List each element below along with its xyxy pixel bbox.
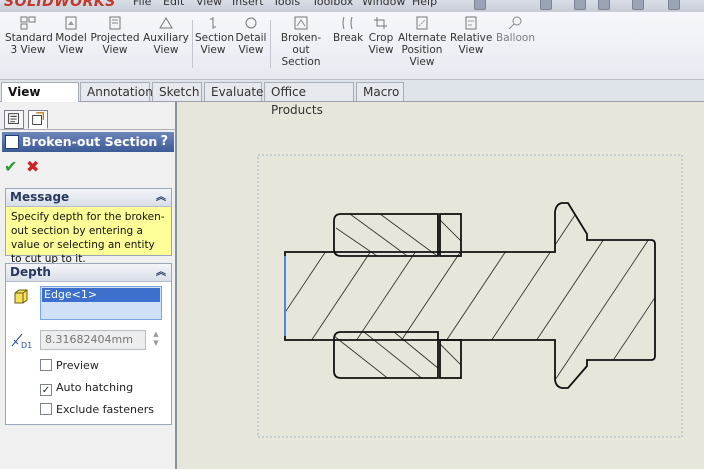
view-boundary[interactable] (257, 154, 683, 438)
projected-view-icon (106, 16, 124, 30)
ok-checkmark-icon[interactable]: ✔ (4, 158, 22, 176)
alternate-position-view-icon (413, 16, 431, 30)
crop-view-icon (372, 16, 390, 30)
depth-spinner[interactable]: ▲ ▼ (150, 330, 162, 350)
broken-out-section-feature-icon (5, 135, 19, 149)
broken-out-section-button[interactable]: Broken-out Section (273, 16, 329, 68)
depth-reference-list[interactable]: Edge<1> (40, 286, 162, 320)
menu-view[interactable]: View (196, 0, 222, 8)
property-manager-tab-icon[interactable] (28, 110, 48, 129)
menu-bar: SOLIDWORKS File Edit View Insert Tools T… (0, 0, 704, 12)
menu-insert[interactable]: Insert (232, 0, 264, 8)
collapse-chevron-icon[interactable]: ︽ (156, 189, 166, 206)
depth-group-header[interactable]: Depth ︽ (6, 264, 171, 282)
break-button[interactable]: Break (333, 16, 363, 44)
menu-tools[interactable]: Tools (273, 0, 300, 8)
nut-top[interactable] (333, 213, 439, 257)
options-icon[interactable] (540, 0, 552, 10)
solidworks-logo: SOLIDWORKS (4, 0, 116, 10)
auxiliary-view-button[interactable]: Auxiliary View (143, 16, 189, 56)
help-button[interactable]: ? (160, 132, 168, 152)
svg-text:D1: D1 (21, 341, 32, 350)
model-view-button[interactable]: Model View (54, 16, 88, 56)
detail-view-icon (242, 16, 260, 30)
property-manager-title: Broken-out Section ? (2, 132, 174, 152)
alternate-position-view-button[interactable]: Alternate Position View (398, 16, 446, 68)
auxiliary-view-icon (157, 16, 175, 30)
message-text: Specify depth for the broken-out section… (6, 207, 171, 265)
auto-hatching-checkbox-box[interactable]: ✓ (40, 384, 52, 396)
select-icon[interactable] (668, 0, 680, 10)
rebuild-icon[interactable] (574, 0, 586, 10)
washer-bottom[interactable] (439, 339, 462, 379)
depth-value-field[interactable]: 8.31682404mm (40, 330, 146, 350)
command-manager: Standard 3 View Model View Projected Vie… (0, 12, 704, 80)
tab-macro[interactable]: Macro (356, 82, 404, 101)
property-manager: Broken-out Section ? ✔ ✖ Message ︽ Specif… (0, 102, 177, 469)
new-document-icon[interactable] (474, 0, 486, 10)
preview-checkbox-box[interactable] (40, 359, 52, 371)
section-view-button[interactable]: Section View (195, 16, 234, 56)
standard-3-view-icon (19, 16, 37, 30)
preview-checkbox[interactable]: Preview (40, 359, 99, 373)
toolbar-separator (270, 20, 271, 68)
command-manager-tabs: View Layout Annotation Sketch Evaluate O… (0, 80, 704, 117)
standard-3-view-button[interactable]: Standard 3 View (5, 16, 53, 56)
menu-toolbox[interactable]: Toolbox (312, 0, 353, 8)
tab-office-products[interactable]: Office Products (264, 82, 354, 117)
menu-window[interactable]: Window (362, 0, 405, 8)
collapse-chevron-icon[interactable]: ︽ (156, 264, 166, 281)
spin-up-icon[interactable]: ▲ (153, 330, 158, 338)
cancel-x-icon[interactable]: ✖ (26, 158, 44, 176)
message-group-header[interactable]: Message ︽ (6, 189, 171, 207)
model-view-icon (62, 16, 80, 30)
broken-out-section-icon (292, 16, 310, 30)
exclude-fasteners-checkbox[interactable]: Exclude fasteners (40, 403, 154, 417)
tab-evaluate[interactable]: Evaluate (204, 82, 263, 101)
undo-icon[interactable] (632, 0, 644, 10)
tab-view-layout[interactable]: View Layout (1, 82, 79, 117)
print-icon[interactable] (598, 0, 610, 10)
depth-dimension-icon: D1 (11, 333, 32, 350)
balloon-button[interactable]: Balloon (496, 16, 535, 44)
depth-group: Depth ︽ Edge<1> D1 8.31682404mm ▲ ▼ Previ… (5, 263, 172, 425)
drawing-sheet[interactable] (179, 102, 704, 469)
manager-tab-bar (0, 102, 175, 130)
washer-top[interactable] (439, 213, 462, 257)
balloon-icon (506, 16, 524, 30)
nut-hatching (334, 214, 438, 378)
auto-hatching-checkbox[interactable]: ✓ Auto hatching (40, 381, 133, 396)
menu-help[interactable]: Help (412, 0, 437, 8)
projected-view-button[interactable]: Projected View (90, 16, 140, 56)
tab-annotation[interactable]: Annotation (80, 82, 153, 101)
selected-edge-item[interactable]: Edge<1> (42, 288, 160, 302)
section-view-icon (204, 16, 222, 30)
menu-edit[interactable]: Edit (163, 0, 184, 8)
feature-manager-tab-icon[interactable] (4, 110, 24, 129)
shaft-hatching (285, 204, 655, 381)
depth-reference-icon (14, 289, 28, 304)
exclude-fasteners-checkbox-box[interactable] (40, 403, 52, 415)
ok-cancel-row: ✔ ✖ (4, 158, 48, 178)
message-group: Message ︽ Specify depth for the broken-o… (5, 188, 172, 265)
toolbar-separator (192, 20, 193, 68)
spin-down-icon[interactable]: ▼ (153, 339, 158, 347)
detail-view-button[interactable]: Detail View (235, 16, 267, 56)
tab-sketch[interactable]: Sketch (152, 82, 202, 101)
relative-view-button[interactable]: Relative View (450, 16, 492, 56)
crop-view-button[interactable]: Crop View (367, 16, 395, 56)
washer-hatching (440, 219, 461, 375)
menu-file[interactable]: File (133, 0, 151, 8)
relative-view-icon (462, 16, 480, 30)
break-icon (339, 16, 357, 30)
